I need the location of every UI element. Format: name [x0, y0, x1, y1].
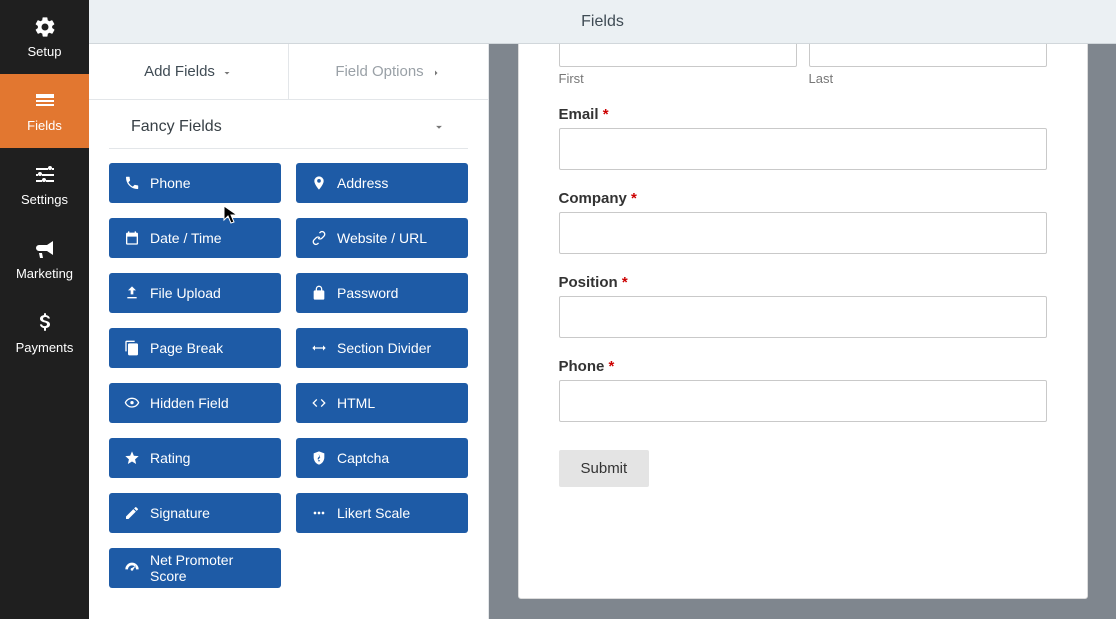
- tab-label: Add Fields: [144, 63, 215, 80]
- field-label: Rating: [150, 450, 190, 466]
- field-label: Captcha: [337, 450, 389, 466]
- field-rating[interactable]: Rating: [109, 438, 281, 478]
- field-label: Address: [337, 175, 388, 191]
- calendar-icon: [124, 230, 140, 246]
- field-label: Password: [337, 285, 398, 301]
- sidebar: Setup Fields Settings Marketing Payments: [0, 0, 89, 619]
- position-label: Position *: [559, 274, 1047, 291]
- field-captcha[interactable]: Captcha: [296, 438, 468, 478]
- field-label: Website / URL: [337, 230, 427, 246]
- field-address[interactable]: Address: [296, 163, 468, 203]
- field-label: File Upload: [150, 285, 221, 301]
- bullhorn-icon: [33, 237, 57, 261]
- chevron-down-icon: [221, 66, 233, 78]
- field-nps[interactable]: Net Promoter Score: [109, 548, 281, 588]
- sidebar-item-marketing[interactable]: Marketing: [0, 222, 89, 296]
- sidebar-item-fields[interactable]: Fields: [0, 74, 89, 148]
- field-password[interactable]: Password: [296, 273, 468, 313]
- submit-button[interactable]: Submit: [559, 450, 650, 487]
- sidebar-item-settings[interactable]: Settings: [0, 148, 89, 222]
- phone-icon: [124, 175, 140, 191]
- field-label: HTML: [337, 395, 375, 411]
- panel-tabs: Add Fields Field Options: [89, 44, 488, 100]
- form-canvas: First Last Email * Company * Position *: [489, 44, 1116, 619]
- email-label: Email *: [559, 106, 1047, 123]
- arrows-horizontal-icon: [311, 340, 327, 356]
- dots-horizontal-icon: [311, 505, 327, 521]
- gear-icon: [33, 15, 57, 39]
- chevron-right-icon: [430, 66, 442, 78]
- sidebar-item-label: Setup: [28, 44, 62, 59]
- company-input[interactable]: [559, 212, 1047, 254]
- field-label: Date / Time: [150, 230, 222, 246]
- field-file-upload[interactable]: File Upload: [109, 273, 281, 313]
- last-name-input[interactable]: [809, 44, 1047, 67]
- pin-icon: [311, 175, 327, 191]
- field-label: Section Divider: [337, 340, 431, 356]
- field-label: Hidden Field: [150, 395, 229, 411]
- gauge-icon: [124, 560, 140, 576]
- tab-field-options[interactable]: Field Options: [289, 44, 488, 99]
- phone-input[interactable]: [559, 380, 1047, 422]
- fields-panel: Add Fields Field Options Fancy Fields: [89, 44, 489, 619]
- code-icon: [311, 395, 327, 411]
- first-name-input[interactable]: [559, 44, 797, 67]
- tab-add-fields[interactable]: Add Fields: [89, 44, 288, 99]
- eye-off-icon: [124, 395, 140, 411]
- field-label: Phone: [150, 175, 190, 191]
- page-title: Fields: [581, 13, 624, 31]
- form-field-phone[interactable]: Phone *: [559, 358, 1047, 422]
- field-label: Net Promoter Score: [150, 552, 266, 584]
- field-html[interactable]: HTML: [296, 383, 468, 423]
- first-name-sublabel: First: [559, 71, 797, 86]
- form-field-company[interactable]: Company *: [559, 190, 1047, 254]
- shield-question-icon: [311, 450, 327, 466]
- sliders-icon: [33, 163, 57, 187]
- field-phone[interactable]: Phone: [109, 163, 281, 203]
- field-website-url[interactable]: Website / URL: [296, 218, 468, 258]
- field-date-time[interactable]: Date / Time: [109, 218, 281, 258]
- dollar-icon: [33, 311, 57, 335]
- sidebar-item-payments[interactable]: Payments: [0, 296, 89, 370]
- field-likert-scale[interactable]: Likert Scale: [296, 493, 468, 533]
- field-page-break[interactable]: Page Break: [109, 328, 281, 368]
- chevron-down-icon: [432, 120, 446, 134]
- sidebar-item-label: Marketing: [16, 266, 73, 281]
- last-name-sublabel: Last: [809, 71, 1047, 86]
- phone-label: Phone *: [559, 358, 1047, 375]
- form-field-position[interactable]: Position *: [559, 274, 1047, 338]
- form-field-name[interactable]: First Last: [559, 44, 1047, 86]
- sidebar-item-label: Payments: [16, 340, 74, 355]
- link-icon: [311, 230, 327, 246]
- sidebar-item-label: Settings: [21, 192, 68, 207]
- field-section-divider[interactable]: Section Divider: [296, 328, 468, 368]
- form-icon: [33, 89, 57, 113]
- star-icon: [124, 450, 140, 466]
- form-field-email[interactable]: Email *: [559, 106, 1047, 170]
- field-label: Page Break: [150, 340, 223, 356]
- page-title-bar: Fields: [89, 0, 1116, 44]
- sidebar-item-setup[interactable]: Setup: [0, 0, 89, 74]
- field-label: Signature: [150, 505, 210, 521]
- field-hidden-field[interactable]: Hidden Field: [109, 383, 281, 423]
- upload-icon: [124, 285, 140, 301]
- section-header-fancy-fields[interactable]: Fancy Fields: [109, 100, 468, 149]
- email-input[interactable]: [559, 128, 1047, 170]
- sidebar-item-label: Fields: [27, 118, 62, 133]
- section-title: Fancy Fields: [131, 118, 222, 136]
- copy-icon: [124, 340, 140, 356]
- field-label: Likert Scale: [337, 505, 410, 521]
- field-signature[interactable]: Signature: [109, 493, 281, 533]
- tab-label: Field Options: [335, 63, 423, 80]
- form-preview: First Last Email * Company * Position *: [518, 44, 1088, 599]
- company-label: Company *: [559, 190, 1047, 207]
- position-input[interactable]: [559, 296, 1047, 338]
- pencil-icon: [124, 505, 140, 521]
- lock-icon: [311, 285, 327, 301]
